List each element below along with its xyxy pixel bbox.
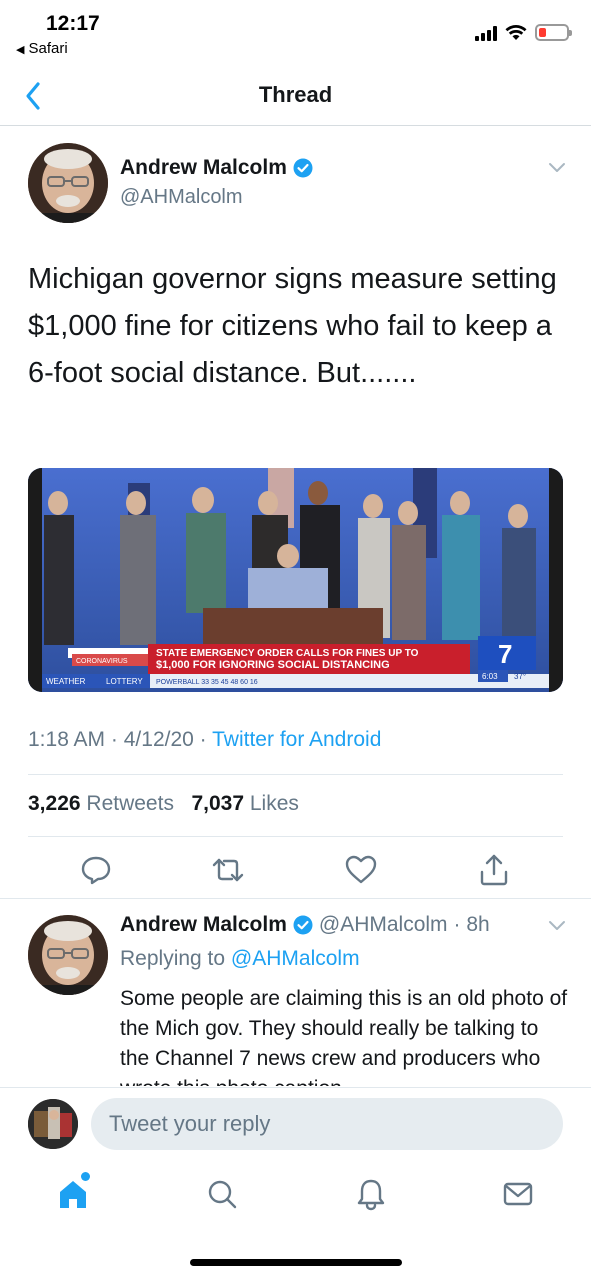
wifi-icon: [505, 25, 527, 40]
replying-to: Replying to @AHMalcolm: [120, 947, 360, 971]
reply-header: Andrew Malcolm @AHMalcolm · 8h: [120, 913, 490, 937]
author-name-text: Andrew Malcolm: [120, 156, 287, 179]
tab-notifications[interactable]: [354, 1177, 388, 1211]
reply-tweet-text: Some people are claiming this is an old …: [120, 987, 568, 1086]
share-icon: [480, 854, 508, 886]
avatar-portrait: [28, 915, 108, 995]
back-to-app-link[interactable]: ◀ Safari: [16, 40, 68, 57]
cellular-signal-icon: [475, 25, 497, 41]
retweet-button[interactable]: [210, 852, 246, 888]
meta-separator: ·: [199, 728, 207, 751]
page-title: Thread: [258, 82, 333, 107]
reply-age: · 8h: [453, 913, 490, 936]
temperature-text: 37°: [514, 672, 526, 681]
share-button[interactable]: [476, 852, 512, 888]
likes-stat[interactable]: 7,037 Likes: [191, 792, 298, 815]
retweet-icon: [212, 858, 244, 882]
home-icon: [60, 1181, 86, 1208]
tab-home[interactable]: [56, 1177, 90, 1211]
avatar[interactable]: [28, 143, 108, 223]
divider: [28, 774, 563, 775]
reply-author-name[interactable]: Andrew Malcolm: [120, 913, 287, 937]
likes-count: 7,037: [191, 792, 245, 815]
tweet-text: Michigan governor signs measure setting …: [28, 263, 557, 389]
retweets-stat[interactable]: 3,226 Retweets: [28, 792, 174, 815]
mail-icon: [503, 1182, 533, 1206]
chevron-down-icon[interactable]: [547, 160, 567, 174]
divider: [28, 836, 563, 837]
new-content-dot: [81, 1172, 90, 1181]
tab-bar: [0, 1161, 591, 1236]
status-bar: 12:17 ◀ Safari: [0, 0, 591, 66]
chevron-down-icon[interactable]: [547, 918, 567, 932]
tweet-meta: 1:18 AM · 4/12/20 · Twitter for Android: [28, 728, 381, 752]
ticker-lottery-text: LOTTERY: [106, 677, 143, 686]
banner-bottom-text: $1,000 FOR IGNORING SOCIAL DISTANCING: [156, 659, 390, 671]
back-app-label: Safari: [28, 40, 68, 57]
like-button[interactable]: [343, 852, 379, 888]
avatar-portrait: [28, 143, 108, 223]
reply-button[interactable]: [78, 852, 114, 888]
user-avatar[interactable]: [28, 1099, 78, 1149]
bell-icon: [357, 1179, 385, 1211]
tab-messages[interactable]: [501, 1177, 535, 1211]
replying-to-link[interactable]: @AHMalcolm: [231, 947, 360, 970]
reply-composer: [0, 1087, 591, 1161]
author-handle[interactable]: @AHMalcolm: [120, 186, 243, 209]
tweet-media-image[interactable]: STATE EMERGENCY ORDER CALLS FOR FINES UP…: [28, 468, 563, 692]
author-name[interactable]: Andrew Malcolm: [120, 156, 313, 180]
divider: [0, 898, 591, 899]
banner-top-text: STATE EMERGENCY ORDER CALLS FOR FINES UP…: [156, 648, 419, 659]
back-triangle-icon: ◀: [16, 44, 25, 56]
tweet-time: 1:18 AM: [28, 728, 106, 751]
tab-search[interactable]: [205, 1177, 239, 1211]
reply-icon: [81, 856, 111, 885]
meta-separator: ·: [110, 728, 118, 751]
clock-text: 6:03: [482, 672, 498, 681]
tweet-date: 4/12/20: [123, 728, 194, 751]
reply-avatar[interactable]: [28, 915, 108, 995]
reply-author-handle[interactable]: @AHMalcolm: [319, 913, 448, 937]
ticker-powerball-text: POWERBALL 33 35 45 48 60 16: [156, 679, 258, 686]
channel-logo-text: 7: [498, 639, 512, 669]
heart-icon: [345, 855, 377, 884]
replying-prefix: Replying to: [120, 947, 226, 970]
home-indicator[interactable]: [190, 1259, 402, 1266]
tweet-actions: [0, 852, 591, 892]
retweets-label: Retweets: [86, 792, 174, 815]
status-time: 12:17: [46, 12, 100, 35]
status-icons: [475, 24, 572, 41]
verified-badge-icon: [293, 158, 313, 178]
banner-tag-text: CORONAVIRUS: [76, 658, 128, 665]
retweets-count: 3,226: [28, 792, 81, 815]
nav-bar: Thread: [0, 66, 591, 126]
likes-label: Likes: [249, 792, 299, 815]
user-avatar-image: [28, 1099, 78, 1149]
ticker-weather-text: WEATHER: [46, 677, 86, 686]
news-broadcast-image: STATE EMERGENCY ORDER CALLS FOR FINES UP…: [28, 468, 563, 692]
tweet-source-link[interactable]: Twitter for Android: [212, 728, 381, 751]
battery-icon: [535, 24, 572, 41]
search-icon: [208, 1180, 237, 1209]
verified-badge-icon: [293, 915, 313, 935]
tweet-stats: 3,226 Retweets 7,037 Likes: [28, 792, 299, 816]
reply-input[interactable]: [91, 1098, 563, 1150]
